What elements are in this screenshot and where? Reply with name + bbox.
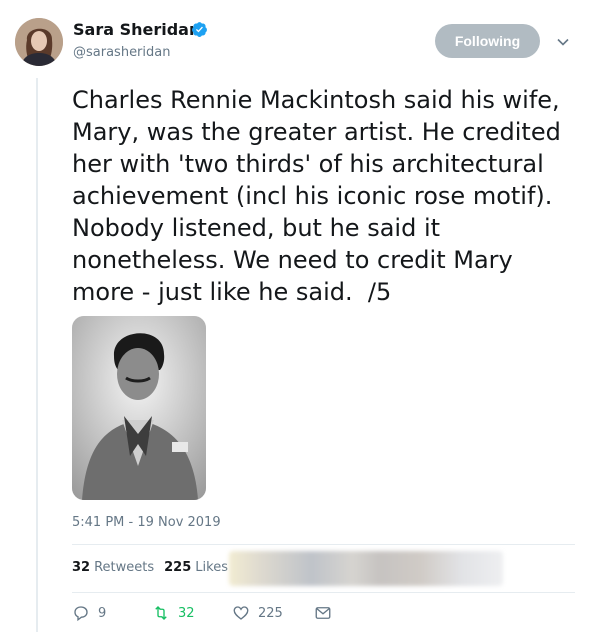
like-icon xyxy=(233,606,249,620)
reply-button[interactable]: 9 xyxy=(72,604,106,622)
retweets-label: Retweets xyxy=(94,560,155,575)
author-name[interactable]: Sara Sheridan xyxy=(73,20,200,39)
verified-badge-icon xyxy=(192,22,207,37)
divider xyxy=(72,544,575,545)
retweet-count: 32 xyxy=(178,605,195,621)
engagement-stats: 32 Retweets 225 Likes xyxy=(72,560,228,575)
tweet-actions: 9 32 225 xyxy=(72,604,352,626)
direct-message-icon xyxy=(315,607,331,619)
tweet-timestamp[interactable]: 5:41 PM - 19 Nov 2019 xyxy=(72,515,221,530)
thread-connector-line xyxy=(36,78,38,632)
likes-label: Likes xyxy=(195,560,228,575)
avatar[interactable] xyxy=(15,18,63,66)
like-button[interactable]: 225 xyxy=(232,604,283,622)
direct-message-button[interactable] xyxy=(314,604,332,622)
likes-stat[interactable]: 225 Likes xyxy=(164,560,228,575)
tweet-text: Charles Rennie Mackintosh said his wife,… xyxy=(72,86,561,306)
liker-avatars[interactable] xyxy=(229,551,503,586)
chevron-down-icon[interactable] xyxy=(556,35,570,49)
photo-portrait xyxy=(72,316,206,500)
retweets-stat[interactable]: 32 Retweets xyxy=(72,560,154,575)
retweet-icon xyxy=(155,606,167,620)
like-count: 225 xyxy=(258,605,283,621)
likes-count: 225 xyxy=(164,560,192,575)
retweets-count: 32 xyxy=(72,560,91,575)
following-button[interactable]: Following xyxy=(435,24,540,58)
reply-count: 9 xyxy=(98,605,107,621)
avatar-portrait xyxy=(15,18,63,66)
author-handle[interactable]: @sarasheridan xyxy=(73,45,170,60)
tweet-photo[interactable] xyxy=(72,316,206,500)
divider xyxy=(72,592,575,593)
reply-icon xyxy=(74,606,88,622)
retweet-button[interactable]: 32 xyxy=(152,604,195,622)
